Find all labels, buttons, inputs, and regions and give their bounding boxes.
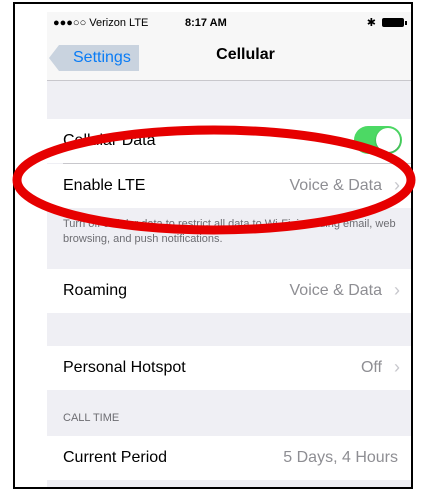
row-label: Current Period bbox=[63, 449, 168, 466]
row-value: Voice & Data bbox=[289, 177, 383, 194]
chevron-right-icon: › bbox=[394, 357, 400, 377]
row-cellular-data: Cellular Data bbox=[47, 119, 411, 163]
row-label: Enable LTE bbox=[63, 177, 146, 194]
row-current-period: Current Period 5 Days, 4 Hours bbox=[47, 436, 411, 480]
navigation-bar: Settings Cellular bbox=[47, 34, 411, 81]
row-value: 5 Days, 4 Hours bbox=[283, 449, 398, 466]
status-time: 8:17 AM bbox=[185, 17, 227, 29]
row-label: Personal Hotspot bbox=[63, 359, 186, 376]
battery-icon bbox=[382, 18, 407, 27]
row-label: Roaming bbox=[63, 282, 128, 299]
carrier-signal: ●●●○○ Verizon LTE bbox=[53, 17, 149, 29]
cellular-data-footer-note: Turn off cellular data to restrict all d… bbox=[63, 218, 396, 245]
status-right: ✱ bbox=[366, 16, 407, 29]
chevron-right-icon: › bbox=[394, 280, 400, 300]
bluetooth-icon: ✱ bbox=[366, 17, 376, 29]
cellular-data-toggle[interactable] bbox=[354, 126, 402, 154]
screenshot-frame: ●●●○○ Verizon LTE 8:17 AM ✱ Settings Cel… bbox=[13, 2, 413, 489]
row-label: Cellular Data bbox=[63, 132, 156, 149]
phone-screen: ●●●○○ Verizon LTE 8:17 AM ✱ Settings Cel… bbox=[47, 12, 411, 487]
row-value: Voice & Data bbox=[289, 282, 383, 299]
section-header-call-time: CALL TIME bbox=[63, 412, 120, 424]
chevron-right-icon: › bbox=[394, 175, 400, 195]
row-enable-lte[interactable]: Enable LTE Voice & Data › bbox=[47, 164, 411, 208]
status-bar: ●●●○○ Verizon LTE 8:17 AM ✱ bbox=[47, 12, 411, 34]
row-roaming[interactable]: Roaming Voice & Data › bbox=[47, 269, 411, 313]
toggle-knob bbox=[376, 128, 400, 152]
row-value: Off bbox=[360, 359, 382, 376]
row-personal-hotspot[interactable]: Personal Hotspot Off › bbox=[47, 346, 411, 390]
page-title: Cellular bbox=[216, 46, 275, 63]
